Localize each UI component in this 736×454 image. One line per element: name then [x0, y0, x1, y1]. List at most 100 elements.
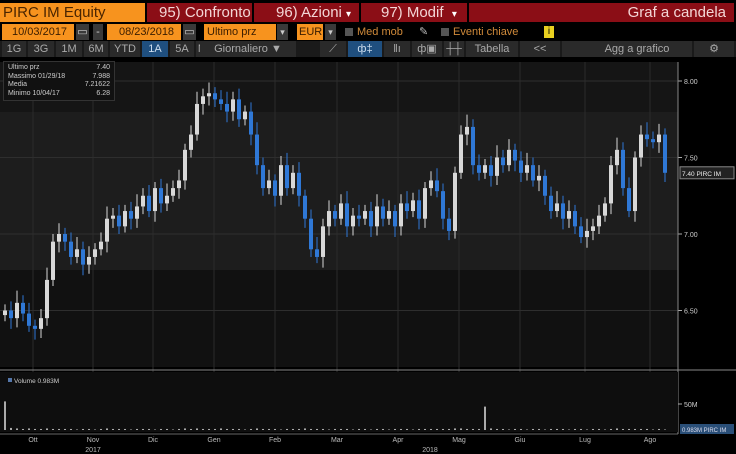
chart-band-low: [0, 270, 678, 367]
candle-body: [93, 249, 97, 257]
volume-bar: [448, 428, 450, 430]
volume-legend: Volume 0.983M: [14, 378, 59, 385]
candle-body: [537, 175, 541, 181]
period-1g[interactable]: 1G: [2, 41, 26, 57]
candle-body: [423, 188, 427, 219]
candle-body: [375, 206, 379, 227]
volume-bar: [640, 428, 642, 430]
volume-bar: [538, 428, 540, 430]
period-3g[interactable]: 3G: [28, 41, 54, 57]
volume-bar: [118, 428, 120, 430]
volume-bar: [508, 429, 510, 430]
frequency-select[interactable]: Giornaliero ▼: [200, 41, 296, 57]
volume-bar: [292, 428, 294, 430]
key-events-checkbox[interactable]: [441, 28, 449, 36]
last-price-label: 7.40 PIRC IM: [682, 171, 721, 178]
line-chart-icon[interactable]: ⟋: [320, 41, 346, 57]
candle-body: [123, 211, 127, 227]
start-date-input[interactable]: 10/03/2017: [2, 24, 74, 40]
period-5a[interactable]: 5A: [170, 41, 194, 57]
month-label: Giu: [515, 437, 526, 444]
candle-body: [321, 226, 325, 257]
candle-body: [75, 249, 79, 257]
candle-body: [267, 180, 271, 189]
moving-avg-checkbox[interactable]: [345, 28, 353, 36]
info-icon[interactable]: i: [544, 26, 554, 38]
candle-body: [135, 206, 139, 219]
settings-icon[interactable]: ⚙: [694, 41, 734, 57]
volume-panel: [0, 372, 678, 432]
volume-bar: [268, 428, 270, 430]
y-tick-label: 7.50: [684, 156, 698, 163]
price-chart[interactable]: Ott Nov Dic Gen Feb Mar Apr Mag Giu Lug Ago 2017 201…: [0, 58, 736, 454]
date-separator: -: [93, 24, 103, 40]
candle-body: [51, 241, 55, 280]
add-to-chart-button[interactable]: Agg a grafico: [562, 41, 692, 57]
candle-body: [495, 157, 499, 176]
candle-body: [525, 165, 529, 173]
candle-body: [483, 165, 487, 173]
volume-bar: [484, 406, 486, 430]
volume-bar: [604, 429, 606, 430]
volume-bar: [400, 428, 402, 430]
compare-chart-icon[interactable]: ф▣: [412, 41, 442, 57]
volume-bar: [370, 429, 372, 430]
volume-bar: [106, 428, 108, 430]
volume-bar: [262, 428, 264, 430]
y-tick-label: 8.00: [684, 79, 698, 86]
candle-chart-icon[interactable]: ф‡: [348, 41, 382, 57]
candle-body: [237, 99, 241, 120]
candle-body: [609, 165, 613, 204]
period-6m[interactable]: 6M: [84, 41, 108, 57]
volume-bar: [250, 428, 252, 430]
candle-body: [279, 165, 283, 196]
candle-body: [207, 93, 211, 97]
candle-body: [195, 103, 199, 135]
volume-bar: [496, 428, 498, 430]
candle-body: [453, 172, 457, 231]
actions-label: 96) Azioni: [276, 4, 342, 21]
actions-button[interactable]: 96) Azioni ▾: [254, 3, 359, 22]
volume-bar: [154, 429, 156, 430]
month-label: Ago: [644, 437, 657, 444]
volume-bar: [274, 428, 276, 430]
candle-body: [27, 313, 31, 326]
candle-body: [381, 206, 385, 219]
volume-bar: [478, 428, 480, 430]
chevron-down-icon[interactable]: ▾: [325, 24, 336, 40]
ohlc-icon[interactable]: ┼┼: [444, 41, 464, 57]
bar-chart-icon[interactable]: ‖ı: [384, 41, 410, 57]
chevron-down-icon[interactable]: ▾: [277, 24, 288, 40]
candle-body: [105, 218, 109, 242]
volume-bar: [418, 428, 420, 430]
pencil-icon[interactable]: ✎: [419, 24, 428, 40]
calendar-icon[interactable]: ▭: [76, 24, 89, 40]
currency-select[interactable]: EUR: [297, 24, 323, 40]
year-label: 2017: [85, 447, 101, 454]
volume-bar: [622, 428, 624, 430]
field-select[interactable]: Ultimo prz: [204, 24, 276, 40]
modify-button[interactable]: 97) Modif ▾: [361, 3, 467, 22]
candle-body: [627, 188, 631, 212]
end-date-input[interactable]: 08/23/2018: [107, 24, 181, 40]
candle-body: [63, 234, 67, 242]
period-1m[interactable]: 1M: [56, 41, 82, 57]
candle-body: [597, 215, 601, 227]
period-ytd[interactable]: YTD: [110, 41, 140, 57]
volume-bar: [502, 428, 504, 430]
volume-bar: [580, 428, 582, 430]
volume-bar: [598, 428, 600, 430]
collapse-button[interactable]: <<: [520, 41, 560, 57]
candle-body: [363, 211, 367, 219]
candle-body: [555, 203, 559, 212]
table-button[interactable]: Tabella: [466, 41, 518, 57]
volume-bar: [4, 401, 6, 430]
calendar-icon[interactable]: ▭: [183, 24, 196, 40]
compare-button[interactable]: 95) Confronto: [147, 3, 252, 22]
volume-bar: [412, 429, 414, 430]
period-1a[interactable]: 1A: [142, 41, 168, 57]
candle-body: [357, 215, 361, 219]
candle-body: [471, 126, 475, 166]
candle-body: [663, 134, 667, 173]
ticker-field[interactable]: PIRC IM Equity: [0, 3, 145, 22]
